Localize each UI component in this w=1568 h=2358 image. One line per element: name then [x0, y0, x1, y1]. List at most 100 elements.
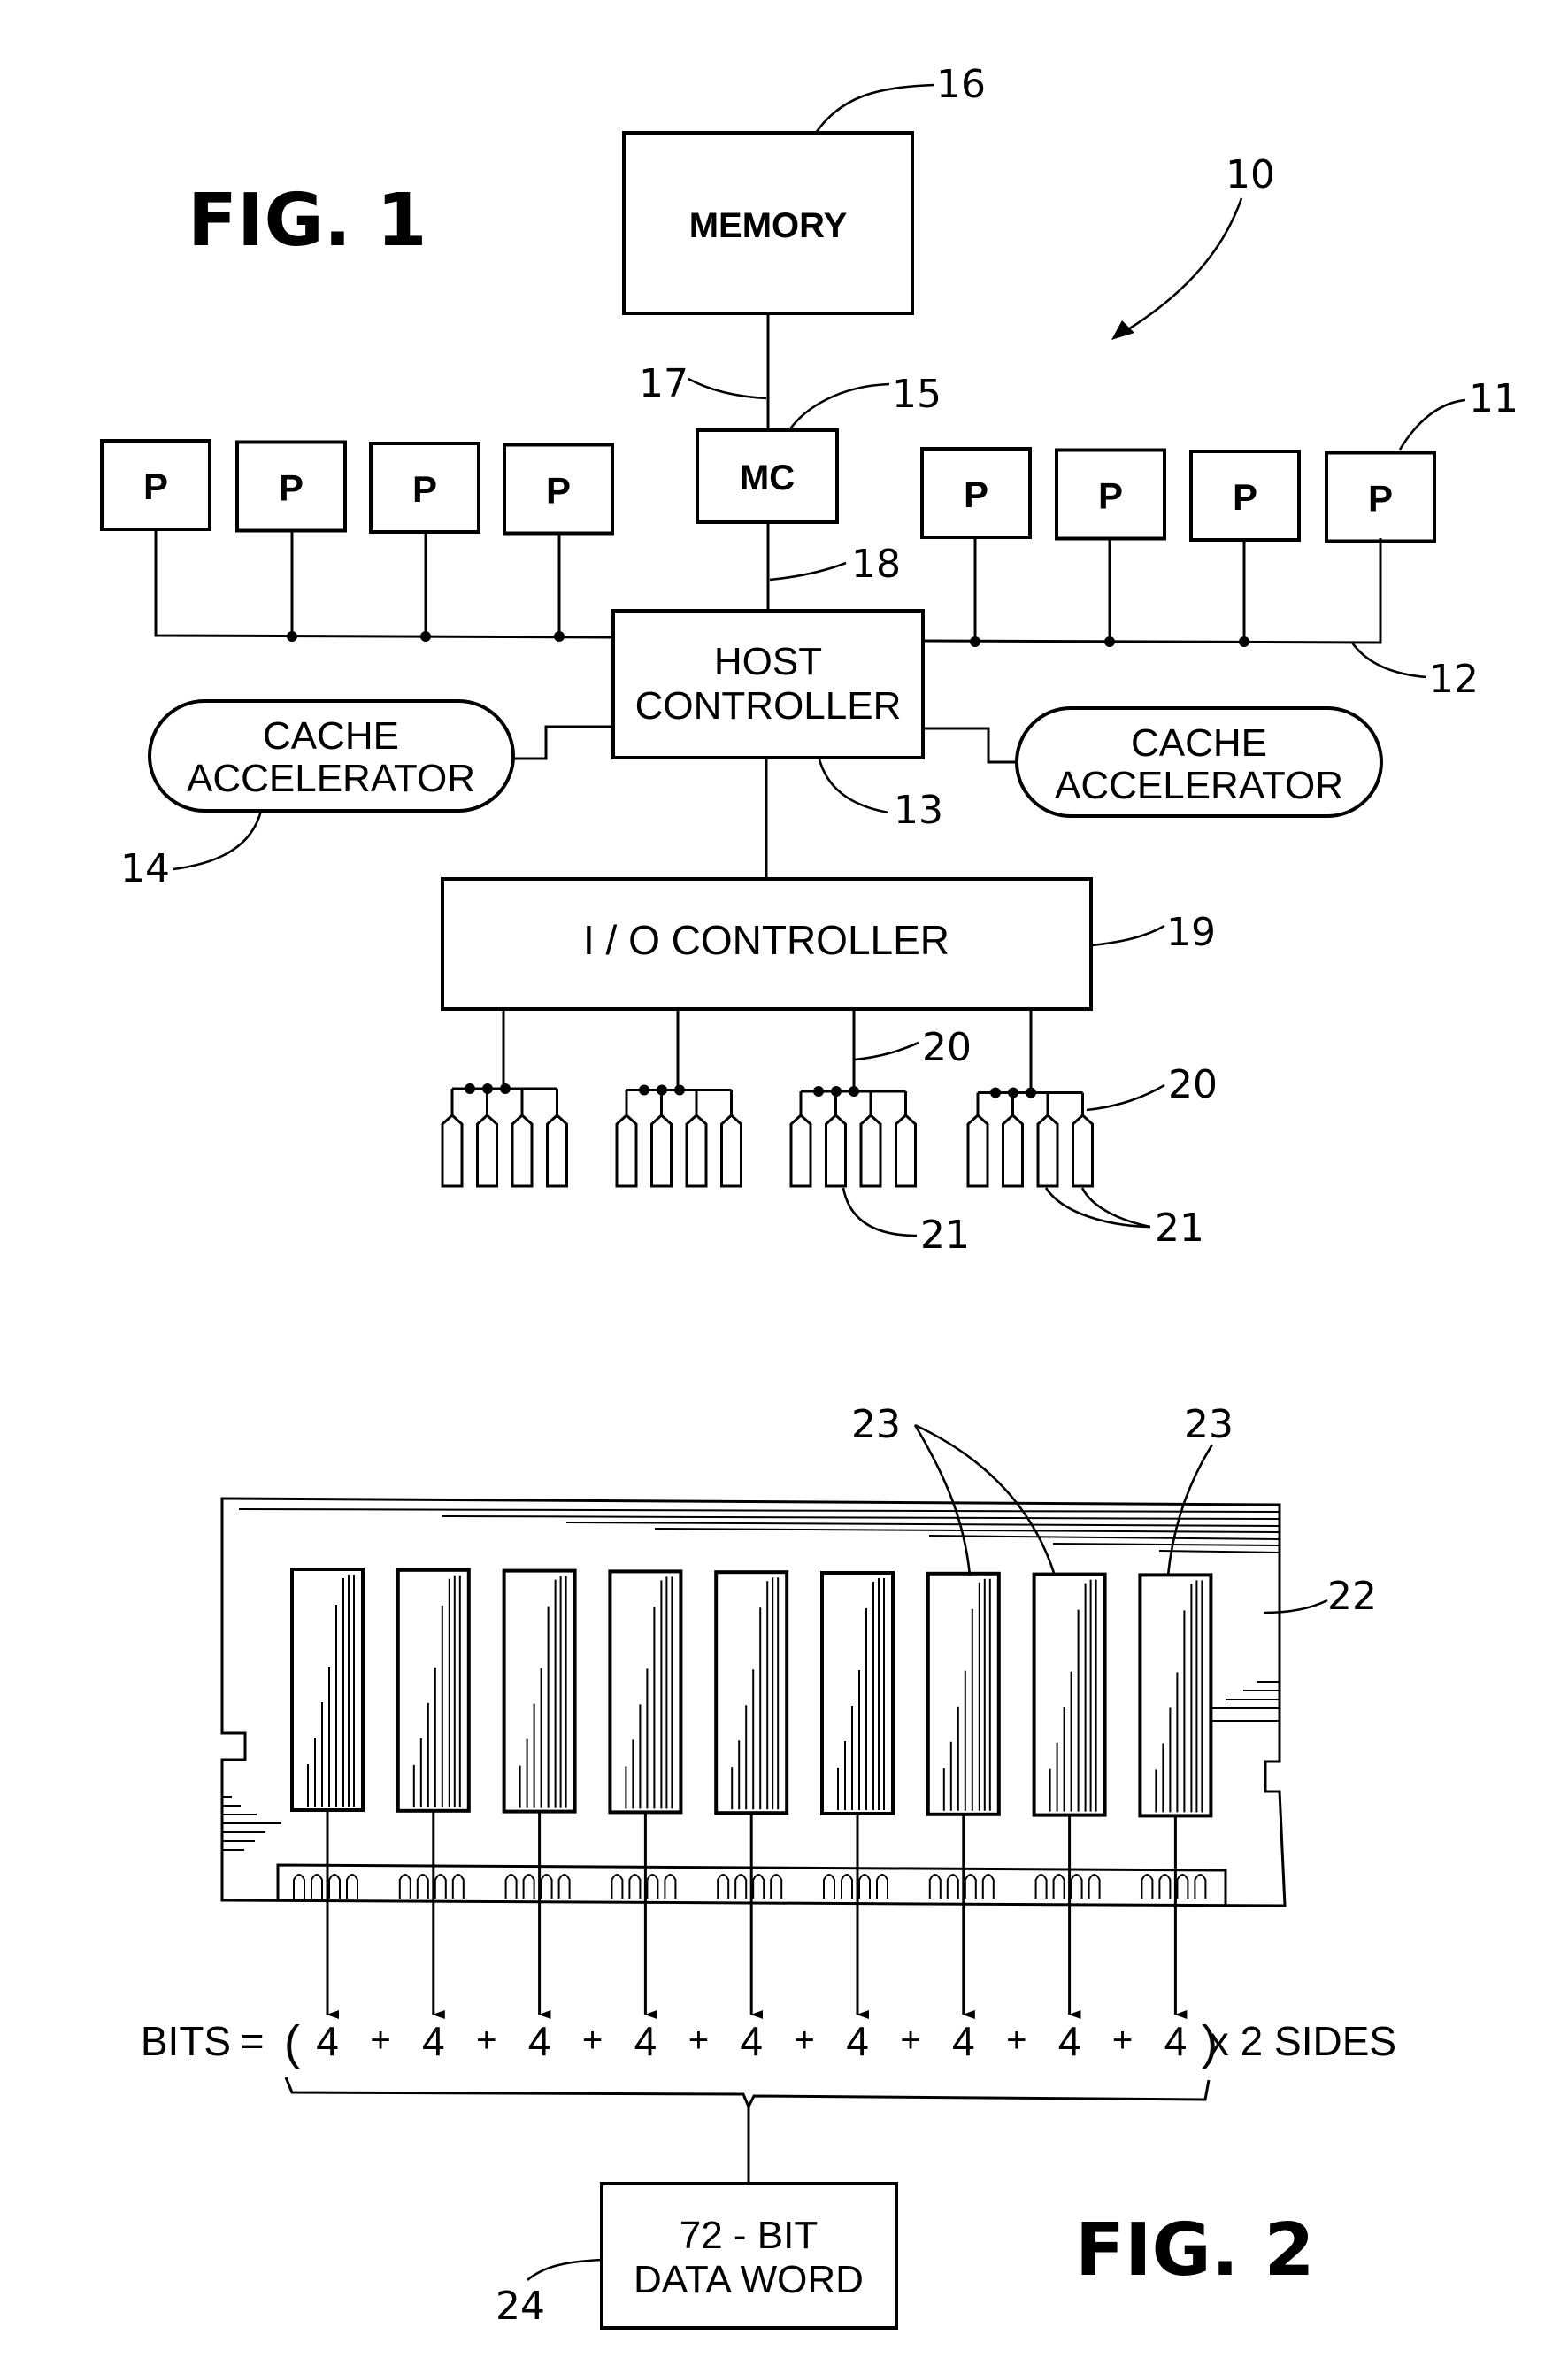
disk-drive — [1002, 1113, 1024, 1188]
cache-left-link — [513, 725, 613, 760]
memory-chip — [396, 1568, 471, 1813]
connector-pin — [328, 1874, 341, 1899]
disk-drive — [1036, 1113, 1059, 1188]
bit-arrows — [326, 1810, 1188, 2019]
connector-pin — [981, 1874, 995, 1899]
connector-pin — [346, 1874, 358, 1899]
host-controller-block: HOST CONTROLLER — [611, 609, 925, 759]
processor-leader — [1398, 398, 1466, 451]
memory-chip — [608, 1569, 683, 1815]
bus-junction-dot — [657, 1084, 667, 1096]
ref-system: 10 — [1226, 152, 1275, 197]
ref-disk-b: 21 — [1155, 1206, 1204, 1251]
memory-leader — [814, 83, 935, 134]
connector-pin — [1088, 1874, 1101, 1899]
memory-chip — [502, 1568, 577, 1814]
memory-block: MEMORY — [622, 131, 914, 315]
equation-term: 4 — [528, 2018, 551, 2064]
ref-chip-a: 23 — [851, 1402, 901, 1447]
disk-drive — [966, 1113, 989, 1188]
memory-chip — [1138, 1573, 1213, 1818]
connector-pin — [540, 1874, 553, 1899]
connector-pin — [752, 1874, 765, 1899]
connector-pin — [293, 1874, 305, 1899]
processor-bus-left — [154, 529, 613, 639]
disk-drive — [511, 1113, 534, 1188]
processor-label: P — [412, 468, 437, 510]
disk-b-leader-2 — [1080, 1187, 1151, 1229]
cache-left-line2: ACCELERATOR — [187, 757, 475, 800]
ref-mc-host-link: 18 — [851, 542, 901, 587]
equation-plus: + — [900, 2021, 920, 2060]
equation-term: 4 — [422, 2018, 445, 2064]
mc-host-leader — [769, 561, 847, 582]
equation-multiplier: x 2 SIDES — [1209, 2018, 1396, 2064]
host-controller-label-line2: CONTROLLER — [635, 684, 902, 728]
connector-pin — [416, 1874, 429, 1899]
bus-junction-dot — [990, 1087, 1001, 1098]
chip-b-leader — [1166, 1444, 1214, 1576]
disk-drive — [615, 1113, 638, 1188]
connector-pin — [964, 1874, 977, 1899]
connector-pin — [1194, 1874, 1207, 1899]
ref-chip-b: 23 — [1184, 1402, 1234, 1447]
memory-chip — [290, 1568, 365, 1812]
ref-processor: 11 — [1469, 376, 1518, 421]
equation-term: 4 — [634, 2018, 657, 2064]
processor-label: P — [1098, 475, 1123, 517]
disk-drive — [476, 1113, 498, 1188]
processor-label: P — [546, 470, 571, 512]
bus-junction-dot — [482, 1083, 493, 1094]
memory-bus-leader — [688, 377, 767, 400]
ref-host-io-link: 13 — [894, 788, 943, 833]
ref-cache-accelerator: 14 — [120, 846, 170, 891]
disk-drive — [1072, 1113, 1094, 1188]
host-controller-label-line1: HOST — [714, 640, 822, 683]
channel-b-leader — [1086, 1083, 1165, 1112]
disk-drive — [441, 1113, 464, 1188]
disk-drive — [546, 1113, 568, 1188]
bus-junction-dot — [1008, 1087, 1018, 1098]
chip-a-leader-2 — [914, 1423, 1057, 1576]
bus-junction-dot — [465, 1083, 475, 1094]
bus-junction-dot — [813, 1086, 824, 1097]
disk-drive — [859, 1113, 882, 1188]
equation-term: 4 — [740, 2018, 763, 2064]
memory-chip — [820, 1571, 895, 1815]
host-io-leader — [818, 759, 889, 814]
data-word-leader — [527, 2258, 603, 2281]
cache-accelerator-left: CACHE ACCELERATOR — [148, 699, 515, 813]
connector-pin — [734, 1874, 748, 1899]
connector-pin — [1070, 1874, 1083, 1899]
equation-term: 4 — [1164, 2018, 1188, 2064]
ref-io-controller: 19 — [1166, 910, 1216, 955]
cache-right-line2: ACCELERATOR — [1055, 764, 1343, 807]
ref-disk-a: 21 — [920, 1213, 970, 1258]
connector-pin — [398, 1874, 411, 1899]
ref-channel-b: 20 — [1168, 1062, 1218, 1107]
connector-pin — [858, 1874, 871, 1899]
cache-left-line1: CACHE — [263, 714, 399, 758]
equation-plus: + — [795, 2021, 815, 2060]
sum-brace — [284, 2077, 1211, 2110]
connector-pin — [717, 1874, 730, 1899]
ref-memory-bus: 17 — [639, 361, 688, 406]
processor-bus-right — [922, 538, 1382, 644]
connector-pin — [1158, 1874, 1172, 1899]
connector-pin — [1034, 1874, 1048, 1899]
processor-group-right: PPPP — [920, 447, 1436, 647]
disk-array — [441, 1009, 1094, 1188]
memory-module-leader — [1263, 1599, 1328, 1614]
equation-term: 4 — [846, 2018, 869, 2064]
equation-plus: + — [476, 2021, 496, 2060]
processor-label: P — [1233, 476, 1257, 518]
memory-controller-label: MC — [740, 458, 795, 497]
figure-1: FIG. 1 10 MEMORY 16 17 MC 15 18 P P P P P P P… — [100, 62, 1518, 1258]
data-word-line2: DATA WORD — [634, 2258, 864, 2301]
connector-pin — [311, 1874, 323, 1899]
equation-plus: + — [582, 2021, 603, 2060]
disk-b-leader-1 — [1044, 1187, 1151, 1229]
connector-pin — [928, 1874, 942, 1899]
equation-equals: = — [241, 2018, 265, 2064]
connector-pin — [664, 1874, 677, 1899]
